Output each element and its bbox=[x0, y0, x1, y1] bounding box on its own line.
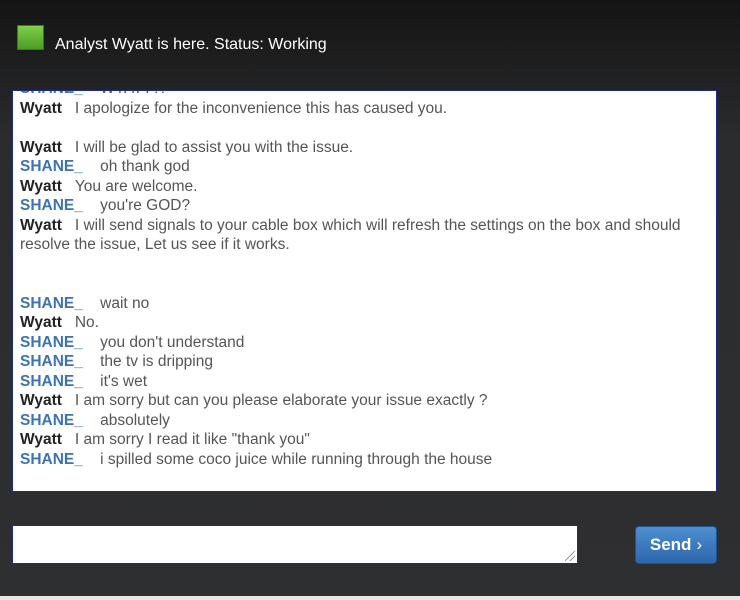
message-sender: SHANE_ bbox=[20, 91, 83, 97]
message-text: I will send signals to your cable box wh… bbox=[20, 216, 681, 254]
message-text: I am sorry but can you please elaborate … bbox=[74, 392, 488, 409]
message-sender: SHANE_ bbox=[20, 411, 83, 429]
message-sender: SHANE_ bbox=[20, 333, 83, 351]
agent-status-text: Analyst Wyatt is here. Status: Working bbox=[55, 36, 327, 53]
message-sender: SHANE_ bbox=[20, 197, 83, 214]
chat-message: Wyatt I am sorry I read it like "thank y… bbox=[13, 430, 716, 450]
chat-message: SHANE_ absolutely bbox=[13, 411, 716, 431]
chat-message: SHANE_ oh thank god bbox=[13, 157, 716, 177]
message-text: WYATT?! bbox=[100, 91, 165, 97]
message-sender: SHANE_ bbox=[20, 450, 83, 468]
chat-message: SHANE_ it's wet bbox=[13, 372, 716, 392]
chat-message: Wyatt I apologize for the inconvenience … bbox=[13, 99, 716, 119]
chat-message: Wyatt I will be glad to assist you with … bbox=[13, 138, 716, 158]
message-text: wait no bbox=[100, 294, 150, 312]
send-button[interactable]: Send › bbox=[635, 526, 717, 564]
message-sender: SHANE_ bbox=[20, 372, 83, 390]
message-text: you're GOD? bbox=[100, 197, 191, 214]
chevron-right-icon: › bbox=[696, 535, 703, 554]
chat-message: Wyatt You are welcome. bbox=[13, 177, 716, 197]
message-text: No. bbox=[74, 314, 99, 331]
message-sender: Wyatt bbox=[20, 431, 62, 448]
message-text: I will be glad to assist you with the is… bbox=[74, 138, 354, 156]
chat-message: SHANE_ you don't understand bbox=[13, 333, 716, 353]
chat-message: SHANE_ the tv is dripping bbox=[13, 352, 716, 372]
message-text: absolutely bbox=[100, 411, 170, 429]
message-text: it's wet bbox=[100, 372, 148, 390]
message-sender: Wyatt bbox=[20, 392, 62, 409]
message-text: I am sorry I read it like "thank you" bbox=[74, 431, 310, 448]
message-text: you don't understand bbox=[100, 333, 245, 351]
message-text: oh thank god bbox=[100, 158, 190, 175]
message-sender: SHANE_ bbox=[20, 158, 83, 175]
message-text: I apologize for the inconvenience this h… bbox=[74, 99, 448, 117]
resize-grip-icon[interactable] bbox=[565, 551, 575, 561]
chat-message: Wyatt I am sorry but can you please elab… bbox=[13, 391, 716, 411]
message-sender: SHANE_ bbox=[20, 353, 83, 370]
message-text: i spilled some coco juice while running … bbox=[100, 450, 493, 468]
message-sender: Wyatt bbox=[20, 138, 62, 156]
message-text: You are welcome. bbox=[74, 177, 198, 195]
chat-message: SHANE_ wait no bbox=[13, 294, 716, 314]
chat-message: SHANE_ i spilled some coco juice while r… bbox=[13, 450, 716, 470]
message-text: the tv is dripping bbox=[100, 353, 213, 370]
status-indicator-icon bbox=[17, 25, 44, 50]
chat-message: SHANE_ WYATT?! bbox=[13, 91, 716, 99]
message-sender: Wyatt bbox=[20, 99, 62, 117]
message-sender: Wyatt bbox=[20, 314, 62, 331]
chat-message: SHANE_ you're GOD? bbox=[13, 196, 716, 216]
chat-messages: SHANE_ WYATT?!Wyatt I apologize for the … bbox=[13, 91, 716, 470]
chat-transcript[interactable]: SHANE_ WYATT?!Wyatt I apologize for the … bbox=[12, 90, 717, 492]
message-input[interactable] bbox=[12, 525, 578, 564]
message-sender: Wyatt bbox=[20, 177, 62, 195]
message-sender: Wyatt bbox=[20, 216, 62, 234]
bottom-divider bbox=[0, 596, 740, 600]
chat-message: Wyatt I will send signals to your cable … bbox=[13, 216, 716, 255]
send-button-label: Send bbox=[649, 535, 692, 554]
message-sender: SHANE_ bbox=[20, 294, 83, 312]
chat-message: Wyatt No. bbox=[13, 313, 716, 333]
